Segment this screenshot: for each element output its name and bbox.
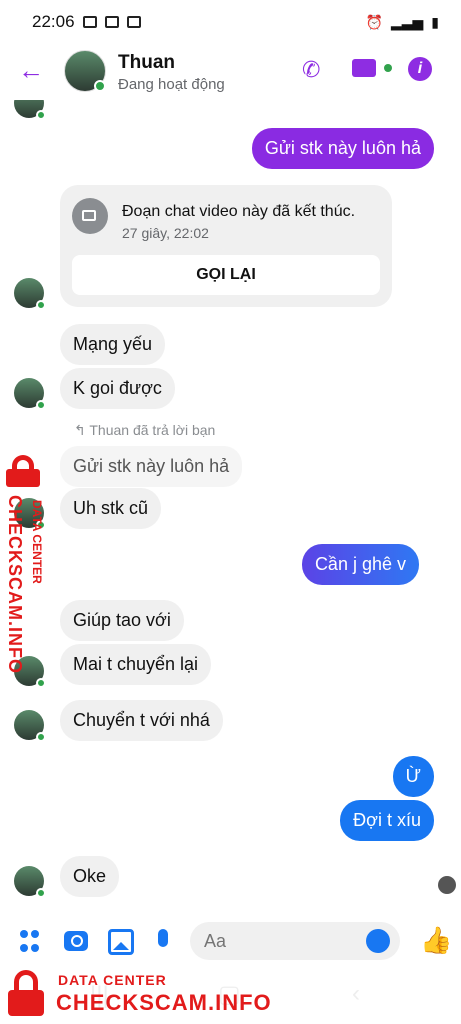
contact-name[interactable]: Thuan [118,52,175,74]
watermark: DATA CENTER CHECKSCAM.INFO [0,960,461,1024]
message-bubble-outgoing[interactable]: Gửi stk này luôn hả [251,128,434,169]
video-icon[interactable] [352,59,376,77]
message-bubble-incoming[interactable]: Oke [60,856,120,897]
like-icon[interactable]: 👍 [420,927,452,953]
avatar [14,378,46,410]
gallery-icon [82,16,97,28]
call-back-button[interactable]: GỌI LẠI [72,255,380,295]
wifi-icon [104,16,119,28]
video-active-dot [384,64,392,72]
signal-icon: ▂▃▅ [390,13,424,30]
call-time: 27 giây, 22:02 [122,225,209,241]
online-indicator [94,80,106,92]
seen-avatar [438,876,456,894]
avatar [14,278,46,310]
image-icon[interactable] [108,929,134,955]
back-arrow-icon[interactable]: ← [18,56,44,84]
message-bubble-incoming[interactable]: K goi được [60,368,175,409]
reply-note: ↰ Thuan đã trả lời bạn [74,422,216,438]
app-icon [126,16,141,28]
message-bubble-incoming[interactable]: Mai t chuyển lại [60,644,212,685]
message-bubble-incoming[interactable]: Mạng yếu [60,324,166,365]
watermark-lock-icon [8,970,44,1016]
message-input-box[interactable] [190,922,400,960]
mic-icon[interactable] [158,929,168,947]
message-bubble-outgoing[interactable]: Cần j ghê v [301,544,419,585]
message-bubble-outgoing[interactable]: Ừ [392,756,434,797]
info-icon[interactable]: i [408,57,432,81]
message-bubble-incoming[interactable]: Uh stk cũ [60,488,162,529]
chat-header: ← Thuan Đang hoạt động ✆ i [0,44,461,100]
avatar [14,866,46,898]
video-call-card: Đoạn chat video này đã kết thúc. 27 giây… [60,185,392,307]
watermark-side: CHECKSCAM.INFO DATA CENTER [0,455,50,675]
alarm-icon: ⏰ [365,13,383,30]
avatar [14,100,46,120]
message-bubble-outgoing[interactable]: Đợi t xíu [340,800,434,841]
message-list[interactable]: Gửi stk này luôn hả Đoạn chat video này … [0,100,461,912]
camera-icon[interactable] [64,931,88,951]
message-input[interactable] [190,922,378,960]
contact-status: Đang hoạt động [118,76,225,93]
battery-icon: ▮ [431,13,439,30]
status-bar: 22:06 ⏰ ▂▃▅ ▮ [0,0,461,44]
avatar [14,710,46,742]
status-time: 22:06 [32,12,75,31]
contact-avatar[interactable] [64,50,106,92]
watermark-big: CHECKSCAM.INFO [56,990,272,1015]
call-title: Đoạn chat video này đã kết thúc. [122,203,356,220]
emoji-icon[interactable] [366,929,390,953]
video-call-icon [72,198,108,234]
watermark-small: DATA CENTER [58,972,167,988]
phone-icon[interactable]: ✆ [302,57,320,83]
message-bubble-incoming[interactable]: Chuyển t với nhá [60,700,223,741]
apps-icon[interactable] [20,930,44,954]
message-bubble-incoming[interactable]: Giúp tao với [60,600,184,641]
watermark-side-small: DATA CENTER [30,500,44,584]
watermark-side-big: CHECKSCAM.INFO [5,495,25,674]
quoted-message: Gửi stk này luôn hả [60,446,243,487]
lock-icon [4,455,44,487]
